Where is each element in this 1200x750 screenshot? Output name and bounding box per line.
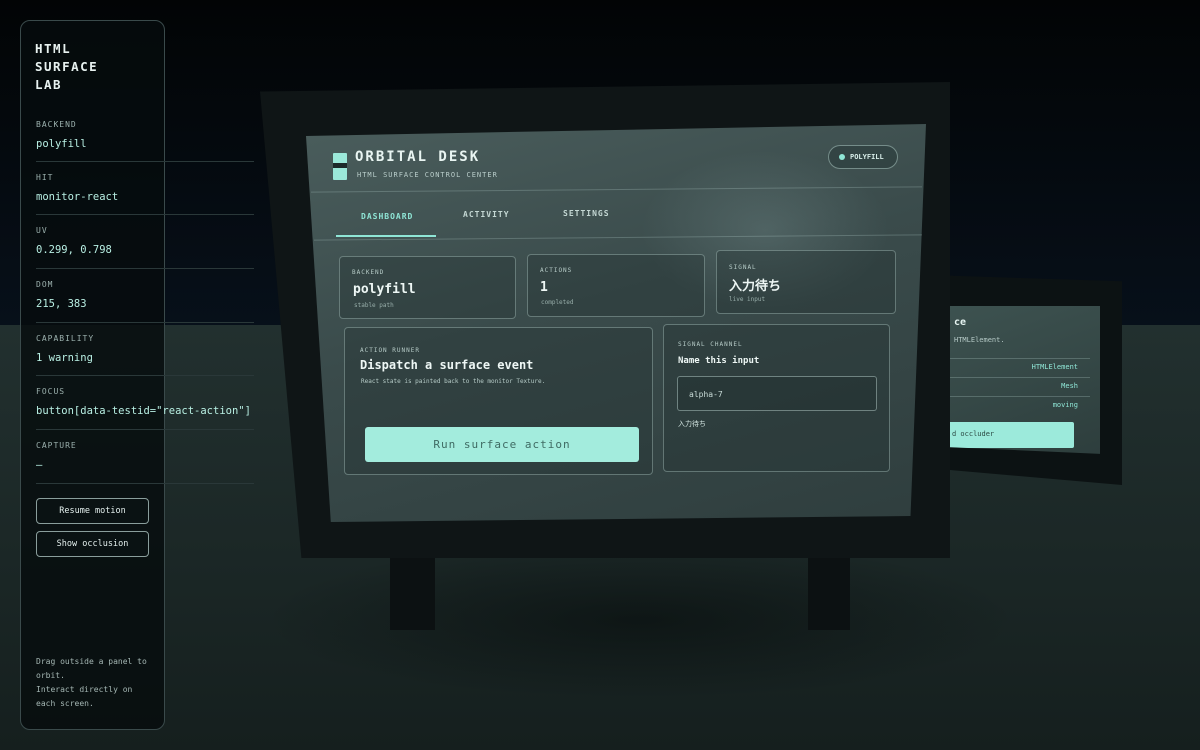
- hit-value: monitor-react: [36, 191, 119, 203]
- secondary-title: ce: [954, 317, 967, 328]
- tab-activity[interactable]: ACTIVITY: [463, 210, 510, 219]
- uv-label: UV: [36, 226, 48, 235]
- run-surface-action-button[interactable]: Run surface action: [365, 427, 639, 462]
- stat-label: ACTIONS: [540, 267, 573, 274]
- monitor-leg-left: [390, 552, 435, 630]
- hint-line: Interact directly on: [36, 685, 133, 694]
- focus-value: button[data-testid="react-action"]: [36, 405, 251, 417]
- action-runner-title: Dispatch a surface event: [360, 358, 534, 372]
- floor-shadow: [260, 540, 1020, 700]
- app-title: ORBITAL DESK: [355, 149, 481, 165]
- lab-title-line: SURFACE: [35, 59, 99, 74]
- hit-label: HIT: [36, 173, 54, 182]
- stat-label: BACKEND: [352, 269, 385, 276]
- stat-card-actions: ACTIONS 1 completed: [527, 254, 705, 317]
- app-logo-icon: [333, 153, 347, 180]
- backend-status-badge: POLYFILL: [828, 145, 898, 169]
- field-divider: [36, 429, 254, 430]
- signal-channel-title: Name this input: [678, 356, 760, 366]
- uv-value: 0.299, 0.798: [36, 244, 112, 256]
- hint-line: orbit.: [36, 671, 65, 680]
- lab-title: HTML SURFACE LAB: [35, 40, 98, 94]
- stat-card-signal: SIGNAL 入力待ち live input: [716, 250, 896, 314]
- stat-card-backend: BACKEND polyfill stable path: [339, 256, 516, 319]
- secondary-row-value: moving: [1052, 401, 1078, 409]
- capture-value: —: [36, 459, 43, 471]
- lab-title-line: HTML: [35, 41, 72, 56]
- capability-value: 1 warning: [36, 352, 93, 364]
- show-occlusion-button[interactable]: Show occlusion: [36, 531, 149, 557]
- field-divider: [36, 483, 254, 484]
- capability-label: CAPABILITY: [36, 334, 95, 343]
- stat-note: completed: [541, 299, 574, 306]
- backend-value: polyfill: [36, 138, 87, 150]
- stat-value: polyfill: [353, 282, 416, 297]
- secondary-row: moving: [948, 396, 1090, 414]
- secondary-row: HTMLElement: [948, 358, 1090, 376]
- signal-channel-label: SIGNAL CHANNEL: [678, 341, 743, 348]
- field-divider: [36, 375, 254, 376]
- hint-line: each screen.: [36, 699, 94, 708]
- tab-dashboard[interactable]: DASHBOARD: [361, 212, 413, 221]
- app-subtitle: HTML SURFACE CONTROL CENTER: [357, 171, 498, 179]
- secondary-row-value: HTMLElement: [1031, 363, 1078, 371]
- secondary-row-value: Mesh: [1061, 382, 1078, 390]
- focus-label: FOCUS: [36, 387, 66, 396]
- stat-value: 1: [540, 280, 548, 295]
- orbit-hint: Drag outside a panel to orbit. Interact …: [36, 655, 156, 711]
- active-tab-indicator: [336, 235, 436, 237]
- field-divider: [36, 268, 254, 269]
- secondary-occluder-button[interactable]: d occluder: [948, 422, 1074, 448]
- stat-value: 入力待ち: [729, 279, 782, 294]
- field-divider: [36, 214, 254, 215]
- hint-line: Drag outside a panel to: [36, 657, 147, 666]
- backend-status-label: POLYFILL: [850, 153, 884, 161]
- stat-note: stable path: [354, 302, 394, 309]
- status-dot-icon: [839, 154, 845, 160]
- backend-label: BACKEND: [36, 120, 77, 129]
- stat-label: SIGNAL: [729, 264, 757, 271]
- dom-value: 215, 383: [36, 298, 87, 310]
- lab-title-line: LAB: [35, 77, 63, 92]
- signal-echo: 入力待ち: [678, 420, 706, 428]
- signal-name-input[interactable]: alpha-7: [677, 376, 877, 411]
- action-runner-description: React state is painted back to the monit…: [361, 378, 546, 385]
- field-divider: [36, 161, 254, 162]
- secondary-subtitle: HTMLElement.: [954, 336, 1005, 344]
- monitor-leg-right: [808, 548, 850, 630]
- dom-label: DOM: [36, 280, 54, 289]
- tab-settings[interactable]: SETTINGS: [563, 209, 610, 218]
- action-runner-label: ACTION RUNNER: [360, 347, 420, 354]
- capture-label: CAPTURE: [36, 441, 77, 450]
- secondary-row: Mesh: [948, 377, 1090, 395]
- resume-motion-button[interactable]: Resume motion: [36, 498, 149, 524]
- stat-note: live input: [729, 296, 766, 303]
- field-divider: [36, 322, 254, 323]
